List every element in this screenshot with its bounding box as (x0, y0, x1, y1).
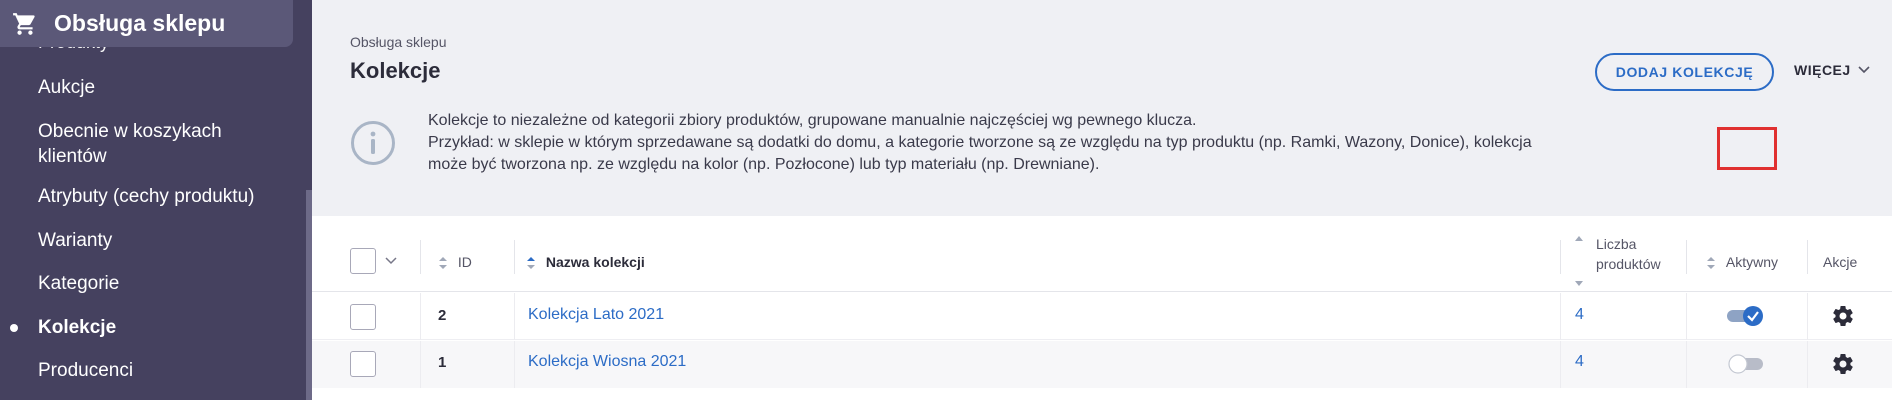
collection-name-link[interactable]: Kolekcja Wiosna 2021 (528, 353, 686, 371)
sidebar-item-atrybuty[interactable]: Atrybuty (cechy produktu) (0, 184, 306, 209)
row-checkbox[interactable] (350, 304, 376, 330)
gear-icon[interactable] (1831, 304, 1855, 328)
page-title: Kolekcje (350, 58, 441, 83)
column-separator (1686, 293, 1687, 340)
highlight-box (1717, 127, 1777, 170)
column-separator (514, 341, 515, 388)
sidebar-item-producenci[interactable]: Producenci (0, 358, 133, 383)
active-toggle-on[interactable] (1725, 305, 1765, 327)
sort-icon (439, 257, 447, 270)
column-separator (1560, 341, 1561, 388)
active-toggle-off[interactable] (1727, 353, 1767, 375)
info-text: Kolekcje to niezależne od kategorii zbio… (428, 110, 1688, 176)
column-separator (514, 293, 515, 340)
table-header: ID Nazwa kolekcji Liczba produktów Aktyw… (312, 216, 1892, 292)
column-separator (1686, 341, 1687, 388)
sort-icon (527, 257, 535, 270)
info-line-3: może być tworzona np. ze względu na kolo… (428, 156, 1100, 173)
gear-icon[interactable] (1831, 352, 1855, 376)
column-separator (514, 240, 515, 274)
sidebar-item-obecnie-w-koszykach[interactable]: Obecnie w koszykach klientów (0, 119, 290, 169)
column-header-actions: Akcje (1823, 254, 1858, 270)
sidebar-item-aukcje[interactable]: Aukcje (0, 75, 95, 100)
column-label: Nazwa kolekcji (545, 254, 645, 270)
column-separator (1807, 341, 1808, 388)
more-label: WIĘCEJ (1794, 62, 1851, 78)
column-header-count[interactable]: Liczba produktów (1574, 234, 1661, 286)
collection-name-link[interactable]: Kolekcja Lato 2021 (528, 306, 664, 324)
column-separator (420, 341, 421, 388)
table-row: 2 Kolekcja Lato 2021 4 (312, 293, 1892, 340)
cart-icon (13, 12, 35, 35)
column-header-active[interactable]: Aktywny (1706, 254, 1778, 271)
main-content: Obsługa sklepu Kolekcje DODAJ KOLEKCJĘ W… (312, 0, 1892, 400)
sidebar-item-kolekcje[interactable]: Kolekcje (0, 315, 116, 340)
chevron-down-icon[interactable] (384, 256, 398, 266)
sort-icon (1707, 257, 1715, 270)
sort-up-icon (1575, 236, 1583, 241)
info-line-2: Przykład: w sklepie w którym sprzedawane… (428, 134, 1532, 151)
column-header-id[interactable]: ID (438, 254, 472, 271)
column-label: Aktywny (1725, 254, 1779, 270)
column-separator (1807, 240, 1808, 274)
sidebar-item-kategorie[interactable]: Kategorie (0, 271, 119, 296)
more-dropdown[interactable]: WIĘCEJ (1794, 62, 1871, 78)
chevron-down-icon (1858, 66, 1870, 74)
select-all-checkbox[interactable] (350, 248, 376, 274)
sidebar: Produkty Obsługa sklepu Aukcje Obecnie w… (0, 0, 312, 400)
active-indicator-dot (10, 324, 18, 332)
column-separator (420, 293, 421, 340)
product-count-link[interactable]: 4 (1575, 306, 1584, 324)
row-checkbox[interactable] (350, 351, 376, 377)
collections-table: ID Nazwa kolekcji Liczba produktów Aktyw… (312, 216, 1892, 400)
column-label: Liczba (1596, 236, 1637, 252)
column-label: ID (457, 254, 472, 270)
row-id: 1 (438, 354, 447, 371)
row-id: 2 (438, 307, 447, 324)
column-separator (1686, 240, 1687, 274)
sidebar-section-header[interactable]: Obsługa sklepu (0, 0, 293, 47)
sidebar-item-label: Kolekcje (38, 317, 117, 338)
info-line-1: Kolekcje to niezależne od kategorii zbio… (428, 112, 1197, 129)
column-header-name[interactable]: Nazwa kolekcji (526, 254, 645, 271)
column-label: produktów (1596, 256, 1661, 272)
add-collection-button[interactable]: DODAJ KOLEKCJĘ (1595, 53, 1774, 91)
info-icon (351, 121, 395, 165)
column-separator (1560, 293, 1561, 340)
sidebar-section-title: Obsługa sklepu (54, 10, 226, 36)
column-separator (420, 240, 421, 274)
sidebar-item-warianty[interactable]: Warianty (0, 228, 112, 253)
table-row: 1 Kolekcja Wiosna 2021 4 (312, 341, 1892, 388)
column-separator (1560, 240, 1561, 274)
product-count-link[interactable]: 4 (1575, 353, 1584, 371)
column-separator (1807, 293, 1808, 340)
breadcrumb[interactable]: Obsługa sklepu (350, 34, 447, 50)
sort-down-icon (1575, 281, 1583, 286)
